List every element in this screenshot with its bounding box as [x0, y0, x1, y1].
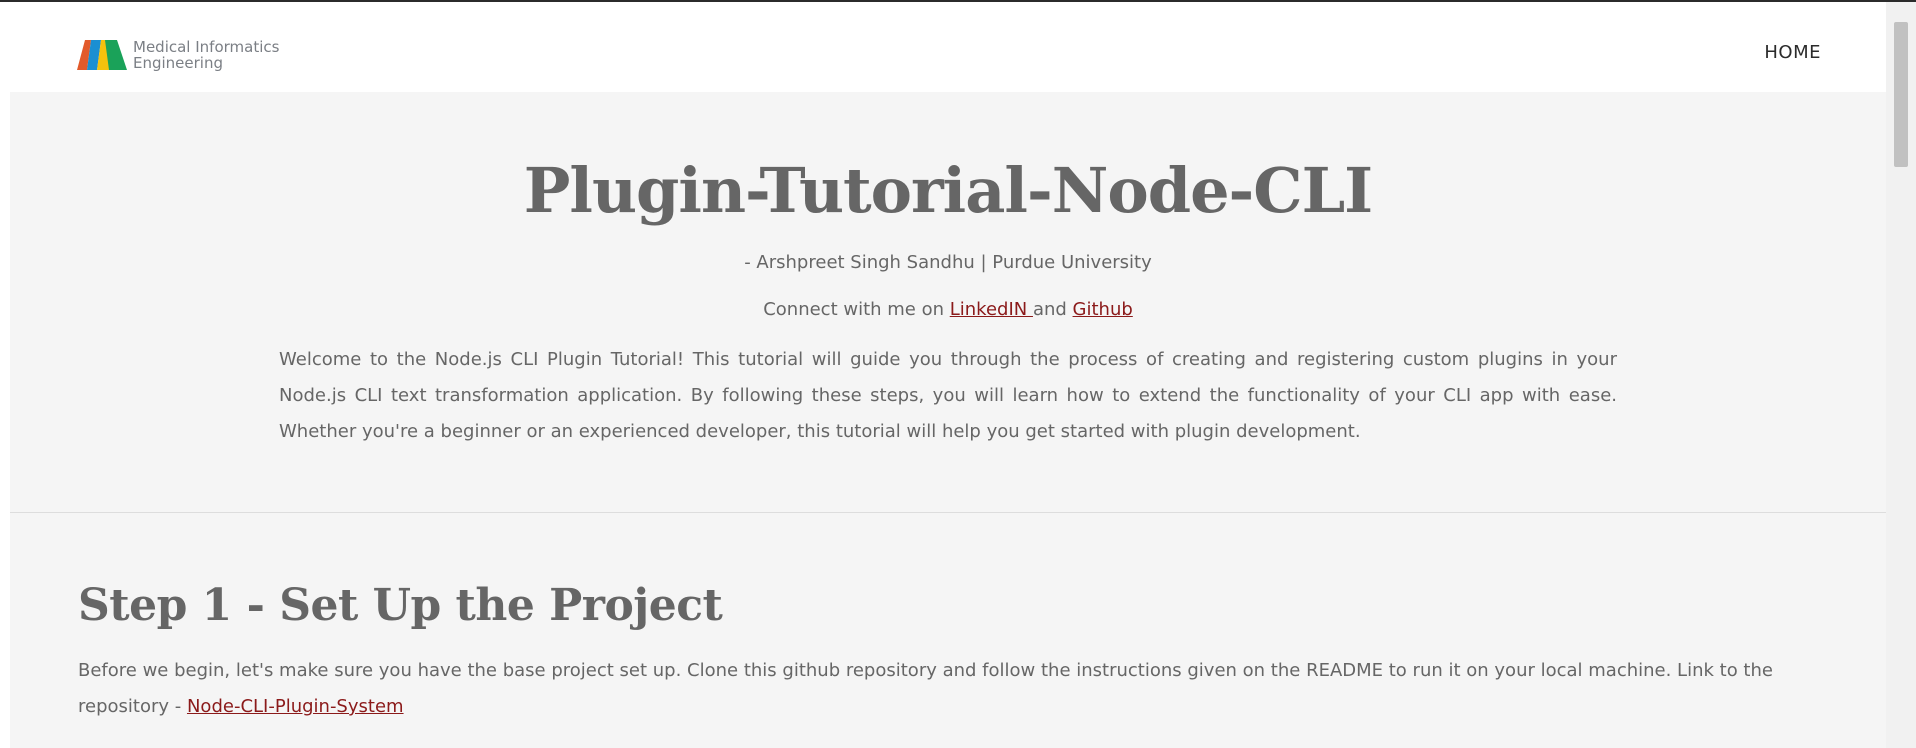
logo-line-1: Medical Informatics	[133, 38, 280, 56]
step-1-heading: Step 1 - Set Up the Project	[78, 580, 723, 631]
mie-logo-icon	[77, 40, 127, 70]
step-1-section: Step 1 - Set Up the Project Before we be…	[10, 513, 1886, 748]
step-1-paragraph: Before we begin, let's make sure you hav…	[78, 653, 1818, 725]
logo-line-2: Engineering	[133, 54, 223, 72]
nav-home-link[interactable]: HOME	[1764, 42, 1821, 63]
repo-link[interactable]: Node-CLI-Plugin-System	[187, 696, 404, 717]
connect-prefix: Connect with me on	[763, 299, 950, 320]
logo-wordmark: Medical Informatics Engineering	[133, 39, 279, 71]
intro-paragraph: Welcome to the Node.js CLI Plugin Tutori…	[279, 349, 1617, 442]
vertical-scrollbar[interactable]	[1886, 2, 1916, 748]
site-header: Medical Informatics Engineering HOME	[0, 2, 1886, 92]
site-logo[interactable]: Medical Informatics Engineering	[77, 36, 279, 76]
scrollbar-thumb[interactable]	[1894, 22, 1908, 167]
hero-section: Plugin-Tutorial-Node-CLI - Arshpreet Sin…	[10, 92, 1886, 513]
author-line: - Arshpreet Singh Sandhu | Purdue Univer…	[744, 252, 1152, 273]
connect-line: Connect with me on LinkedIN and Github	[10, 299, 1886, 320]
linkedin-link[interactable]: LinkedIN	[950, 299, 1033, 320]
github-link[interactable]: Github	[1073, 299, 1133, 320]
connect-and: and	[1032, 299, 1073, 320]
page-title: Plugin-Tutorial-Node-CLI	[523, 154, 1373, 227]
